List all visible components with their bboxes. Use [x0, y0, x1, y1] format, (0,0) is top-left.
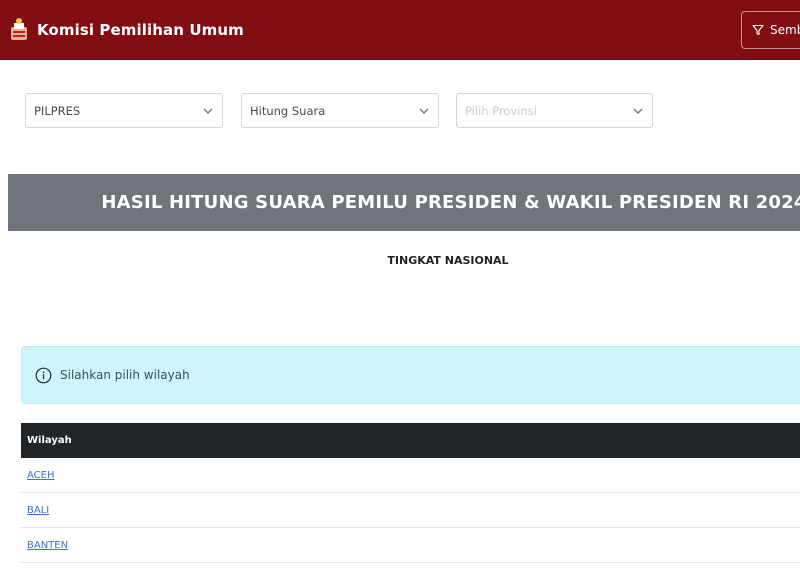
- filter-icon: [752, 24, 764, 36]
- brand[interactable]: Komisi Pemilihan Umum: [8, 15, 244, 45]
- column-header-wilayah: Wilayah: [27, 435, 72, 446]
- alert-text: Silahkan pilih wilayah: [60, 368, 190, 382]
- filter-toggle-label: Semb: [770, 23, 800, 37]
- table-row: ACEH: [21, 458, 800, 493]
- kpu-logo-icon: [11, 18, 27, 40]
- level-label: TINGKAT NASIONAL: [387, 254, 509, 267]
- navbar: Komisi Pemilihan Umum Semb: [0, 0, 800, 60]
- jenis-select[interactable]: Hitung Suara: [241, 93, 439, 128]
- pemilu-select-value: PILPRES: [34, 103, 81, 118]
- filter-toggle-button[interactable]: Semb: [741, 11, 800, 49]
- wilayah-link[interactable]: BALI: [27, 505, 49, 516]
- info-icon: [35, 367, 52, 383]
- pemilu-select[interactable]: PILPRES: [25, 93, 223, 128]
- wilayah-link[interactable]: ACEH: [27, 470, 55, 481]
- brand-name: Komisi Pemilihan Umum: [37, 21, 244, 39]
- table-row: BALI: [21, 493, 800, 528]
- table-row: BANTEN: [21, 528, 800, 563]
- chevron-down-icon: [633, 108, 643, 114]
- provinsi-select[interactable]: Pilih Provinsi: [456, 93, 653, 128]
- title-banner: HASIL HITUNG SUARA PEMILU PRESIDEN & WAK…: [8, 174, 800, 231]
- chevron-down-icon: [419, 108, 429, 114]
- jenis-select-value: Hitung Suara: [250, 103, 326, 118]
- table-header: Wilayah: [21, 423, 800, 458]
- info-alert: Silahkan pilih wilayah: [21, 346, 800, 404]
- wilayah-table: Wilayah ACEH BALI BANTEN: [21, 423, 800, 563]
- provinsi-select-placeholder: Pilih Provinsi: [465, 103, 537, 118]
- wilayah-link[interactable]: BANTEN: [27, 540, 68, 551]
- chevron-down-icon: [203, 108, 213, 114]
- page-title: HASIL HITUNG SUARA PEMILU PRESIDEN & WAK…: [101, 192, 800, 213]
